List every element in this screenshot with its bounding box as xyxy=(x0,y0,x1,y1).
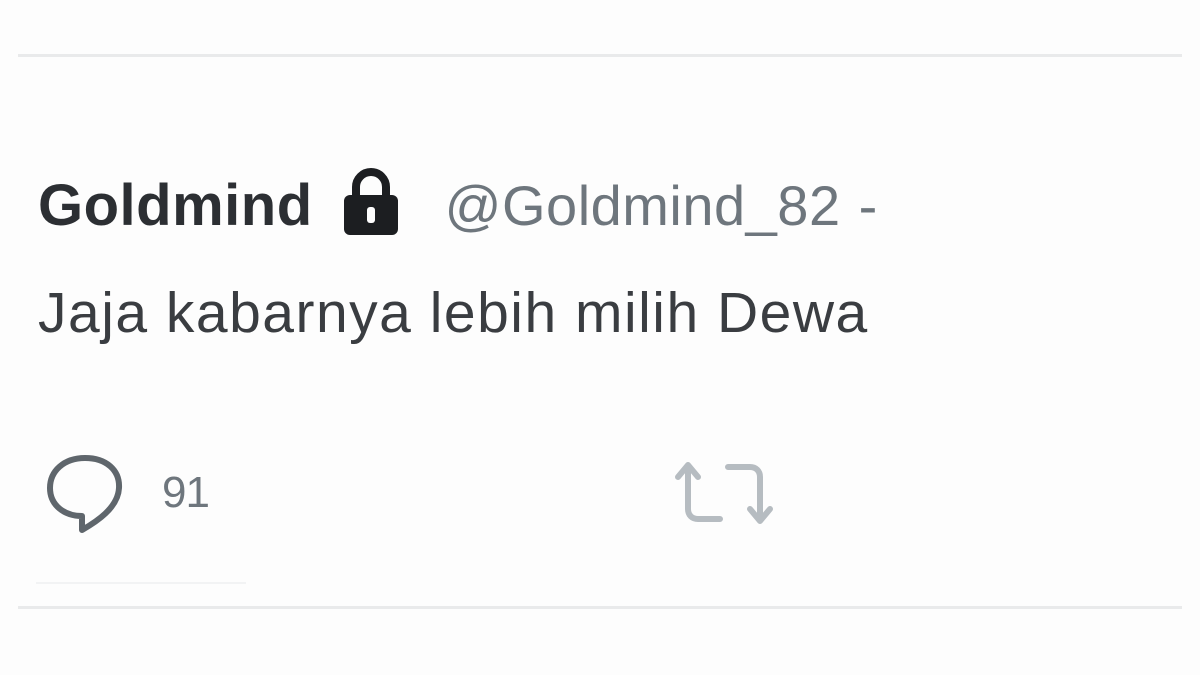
reply-count: 91 xyxy=(162,468,210,517)
faint-divider xyxy=(36,582,246,584)
tweet-header: Goldmind @Goldmind_82 - xyxy=(38,160,877,250)
header-separator: - xyxy=(858,173,878,237)
reply-icon xyxy=(47,455,122,533)
reply-button[interactable]: 91 xyxy=(44,448,210,538)
display-name[interactable]: Goldmind xyxy=(38,172,313,239)
page: Goldmind @Goldmind_82 - Jaja kabarnya le… xyxy=(0,0,1200,675)
tweet-text: Jaja kabarnya lebih milih Dewa xyxy=(38,281,869,345)
bottom-divider xyxy=(18,606,1182,609)
user-handle[interactable]: @Goldmind_82 xyxy=(445,173,841,238)
lock-icon-svg xyxy=(343,168,398,235)
lock-icon xyxy=(339,165,403,237)
retweet-icon xyxy=(675,462,773,524)
retweet-button[interactable] xyxy=(674,448,774,538)
tweet-card[interactable]: Goldmind @Goldmind_82 - Jaja kabarnya le… xyxy=(0,0,1200,675)
tweet-actions: 91 xyxy=(44,448,844,538)
